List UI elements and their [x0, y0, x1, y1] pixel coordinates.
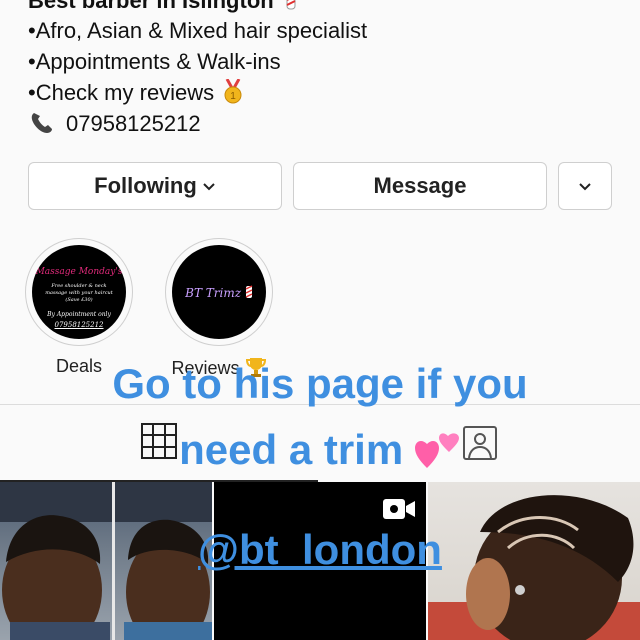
haircut-photo	[0, 482, 212, 640]
highlight-cover-title: BT Trimz	[172, 285, 266, 300]
bio-specialist-line: •Afro, Asian & Mixed hair specialist	[28, 18, 368, 43]
highlight-label: Deals	[55, 356, 103, 376]
profile-tabs	[0, 404, 640, 482]
highlight-ring: Massage Monday's Free shoulder & neck ma…	[25, 238, 133, 346]
post-thumbnail[interactable]	[214, 482, 426, 640]
bio-headline: Best barber in Islington	[28, 0, 298, 15]
tagged-icon	[463, 426, 497, 460]
highlight-cover-phone: 07958125212	[54, 321, 104, 329]
highlight-cover-footer: By Appointment only	[47, 311, 111, 318]
barber-pole-icon	[286, 0, 296, 10]
telephone-icon	[31, 113, 52, 133]
following-button[interactable]: Following	[28, 162, 282, 210]
highlight-reviews[interactable]: BT Trimz Reviews	[164, 238, 274, 378]
suggested-accounts-button[interactable]	[558, 162, 612, 210]
tab-grid[interactable]	[0, 405, 318, 482]
highlight-cover-text: Free shoulder & neck massage with your h…	[45, 283, 113, 303]
trophy-icon	[245, 358, 266, 377]
bio-phone-line[interactable]: 07958125212	[28, 110, 201, 138]
video-icon	[383, 499, 415, 519]
highlight-ring: BT Trimz	[165, 238, 273, 346]
highlight-deals[interactable]: Massage Monday's Free shoulder & neck ma…	[24, 238, 134, 376]
bio-reviews-line: •Check my reviews 1	[28, 78, 244, 107]
highlight-label: Reviews	[164, 356, 274, 379]
chevron-down-icon	[203, 183, 215, 191]
first-place-medal-icon: 1	[224, 78, 242, 104]
barber-pole-icon	[245, 285, 253, 298]
post-thumbnail[interactable]	[0, 482, 212, 640]
highlight-cover-title: Massage Monday's	[35, 267, 123, 277]
post-thumbnail[interactable]	[428, 482, 640, 640]
bio-appointments-line: •Appointments & Walk-ins	[28, 49, 281, 74]
highlight-cover-reviews: BT Trimz	[172, 245, 266, 339]
chevron-down-icon	[579, 183, 591, 191]
grid-icon	[141, 423, 177, 459]
message-button[interactable]: Message	[293, 162, 547, 210]
highlight-cover-deals: Massage Monday's Free shoulder & neck ma…	[32, 245, 126, 339]
post-grid	[0, 482, 640, 640]
tab-tagged[interactable]	[320, 405, 640, 480]
svg-text:1: 1	[231, 91, 237, 102]
haircut-photo	[428, 495, 640, 640]
